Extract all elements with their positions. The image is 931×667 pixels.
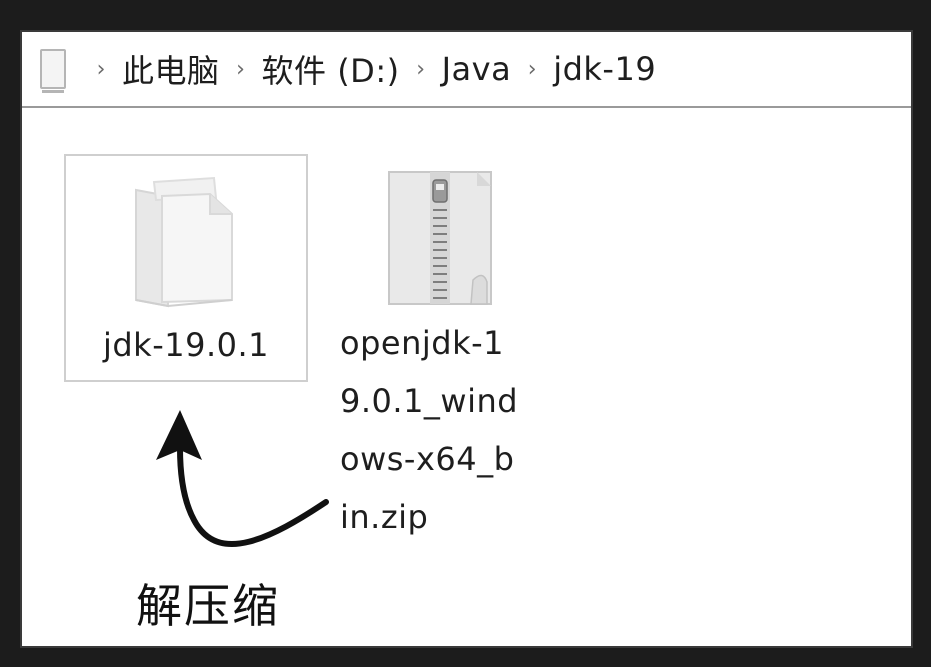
file-explorer-window: › 此电脑 › 软件 (D:) › Java › jdk-19 jdk-19.0… [20, 30, 913, 648]
this-pc-icon[interactable] [40, 49, 66, 93]
breadcrumb-java[interactable]: Java [442, 50, 512, 88]
file-name-label: jdk-19.0.1 [102, 326, 270, 364]
file-list: jdk-19.0.1 openjdk-1 9.0.1_wind ows-x64_… [22, 108, 911, 646]
file-item-jdk-folder[interactable]: jdk-19.0.1 [64, 154, 308, 382]
address-bar[interactable]: › 此电脑 › 软件 (D:) › Java › jdk-19 [22, 32, 911, 108]
chevron-right-icon[interactable]: › [523, 57, 541, 82]
file-item-openjdk-zip[interactable]: openjdk-1 9.0.1_wind ows-x64_b in.zip [332, 154, 552, 554]
file-name-label: openjdk-1 9.0.1_wind ows-x64_b in.zip [340, 324, 519, 536]
extract-annotation-label: 解压缩 [136, 579, 280, 633]
chevron-right-icon[interactable]: › [412, 57, 430, 82]
folder-icon [135, 176, 233, 308]
breadcrumb-jdk-19[interactable]: jdk-19 [553, 50, 656, 88]
chevron-right-icon[interactable]: › [232, 57, 250, 82]
breadcrumb-this-pc[interactable]: 此电脑 [122, 46, 220, 92]
breadcrumb-drive-d[interactable]: 软件 (D:) [262, 46, 400, 92]
zip-archive-icon [388, 171, 492, 305]
chevron-right-icon[interactable]: › [92, 57, 110, 82]
curved-arrow-icon [156, 410, 329, 547]
